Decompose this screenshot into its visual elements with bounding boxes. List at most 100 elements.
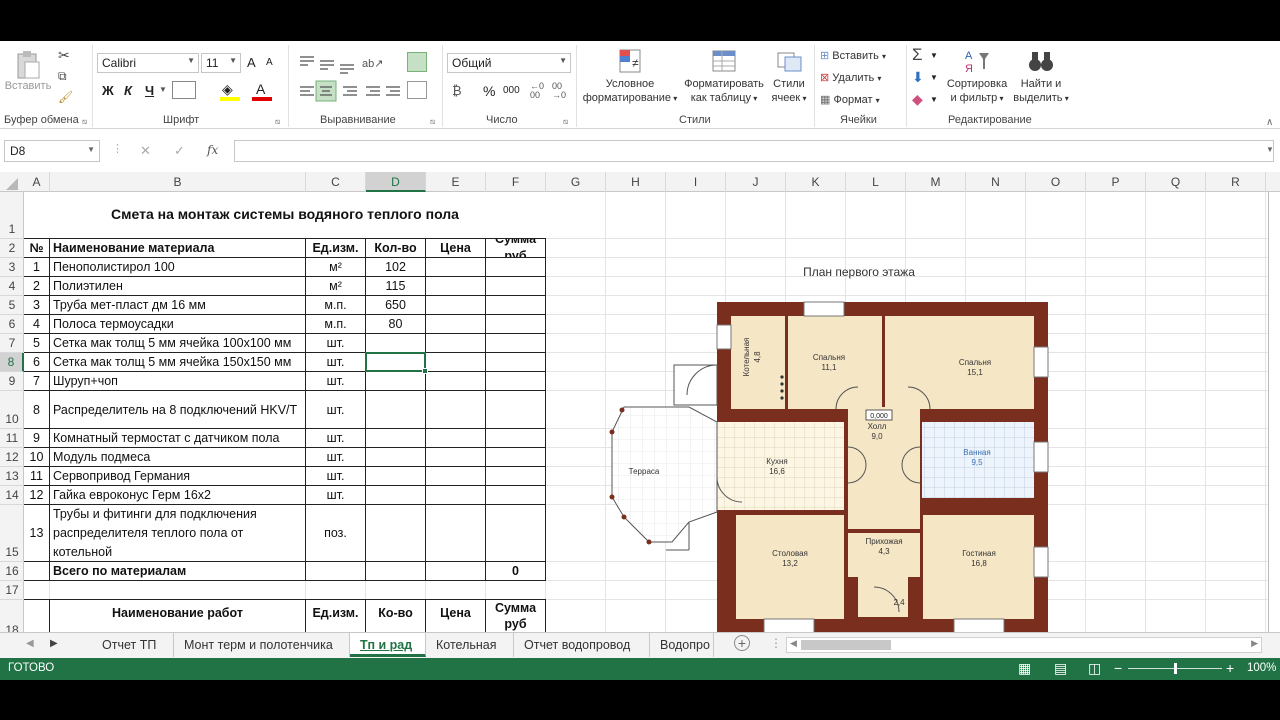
tab-scroll-left-icon[interactable]: ◀ <box>26 638 34 649</box>
item-num[interactable]: 11 <box>24 467 50 486</box>
row-header-14[interactable]: 14 <box>0 486 24 505</box>
item-sum[interactable] <box>486 429 546 448</box>
shrink-font-button[interactable]: A <box>266 57 273 68</box>
borders-icon[interactable] <box>172 81 196 99</box>
column-header-q[interactable]: Q <box>1146 172 1206 192</box>
item-price[interactable] <box>426 467 486 486</box>
scroll-thumb[interactable] <box>801 640 891 650</box>
row-header-8[interactable]: 8 <box>0 353 24 372</box>
column-header-e[interactable]: E <box>426 172 486 192</box>
works-header-num[interactable] <box>24 600 50 632</box>
row-header-15[interactable]: 15 <box>0 505 24 562</box>
item-unit[interactable]: м.п. <box>306 296 366 315</box>
font-name-select[interactable]: Calibri ▼ <box>97 53 199 73</box>
item-num[interactable]: 2 <box>24 277 50 296</box>
number-launcher-icon[interactable]: ⧅ <box>563 117 568 127</box>
font-launcher-icon[interactable]: ⧅ <box>275 117 280 127</box>
item-name[interactable]: Гайка евроконус Герм 16х2 <box>50 486 306 505</box>
currency-icon[interactable]: ₿ <box>452 83 462 98</box>
percent-button[interactable]: % <box>483 83 495 99</box>
font-size-select[interactable]: 11 ▼ <box>201 53 241 73</box>
column-header-j[interactable]: J <box>726 172 786 192</box>
total-unit[interactable] <box>306 562 366 581</box>
item-price[interactable] <box>426 296 486 315</box>
item-qty[interactable] <box>366 486 426 505</box>
column-header-o[interactable]: O <box>1026 172 1086 192</box>
fx-icon[interactable]: fx <box>207 143 218 157</box>
decrease-decimal-icon[interactable]: 00 →0 <box>552 82 566 100</box>
item-qty[interactable]: 650 <box>366 296 426 315</box>
item-num[interactable]: 5 <box>24 334 50 353</box>
item-name[interactable]: Сетка мак толщ 5 мм ячейка 100х100 мм <box>50 334 306 353</box>
wrap-text-icon[interactable] <box>407 52 427 72</box>
insert-cells-button[interactable]: ⊞ Вставить ▾ <box>820 49 886 62</box>
item-qty[interactable] <box>366 429 426 448</box>
row-header-1[interactable]: 1 <box>0 192 24 239</box>
item-sum[interactable] <box>486 258 546 277</box>
item-unit[interactable]: шт. <box>306 391 366 429</box>
column-header-p[interactable]: P <box>1086 172 1146 192</box>
item-qty[interactable] <box>366 467 426 486</box>
total-qty[interactable] <box>366 562 426 581</box>
item-unit[interactable]: шт. <box>306 448 366 467</box>
format-cells-button[interactable]: ▦ Формат ▾ <box>820 93 880 106</box>
font-color-button[interactable]: A <box>256 81 265 97</box>
item-name[interactable]: Распределитель на 8 подключений HKV/T <box>50 391 306 429</box>
item-sum[interactable] <box>486 448 546 467</box>
item-price[interactable] <box>426 258 486 277</box>
cut-icon[interactable]: ✂ <box>58 47 70 63</box>
column-header-k[interactable]: K <box>786 172 846 192</box>
alignment-launcher-icon[interactable]: ⧅ <box>430 117 435 127</box>
row-header-10[interactable]: 10 <box>0 391 24 429</box>
row-header-11[interactable]: 11 <box>0 429 24 448</box>
clear-icon[interactable]: ◆ <box>912 91 923 108</box>
item-price[interactable] <box>426 391 486 429</box>
item-name[interactable]: Пенополистирол 100 <box>50 258 306 277</box>
row-header-5[interactable]: 5 <box>0 296 24 315</box>
sheet-tab[interactable]: Водопро <box>650 633 714 657</box>
column-header-c[interactable]: C <box>306 172 366 192</box>
number-format-select[interactable]: Общий ▼ <box>447 53 571 73</box>
underline-button[interactable]: Ч <box>145 83 154 98</box>
row-header-3[interactable]: 3 <box>0 258 24 277</box>
works-header-qty[interactable]: Ко-во <box>366 600 426 632</box>
tab-scroll-right-icon[interactable]: ▶ <box>50 638 58 649</box>
row-header-4[interactable]: 4 <box>0 277 24 296</box>
item-sum[interactable] <box>486 391 546 429</box>
item-num[interactable]: 12 <box>24 486 50 505</box>
find-select-button[interactable]: Найти и выделить ▾ <box>1012 47 1070 106</box>
item-qty[interactable] <box>366 391 426 429</box>
clipboard-launcher-icon[interactable]: ⧅ <box>82 117 87 127</box>
item-unit[interactable]: шт. <box>306 353 366 372</box>
name-box[interactable]: D8 ▼ <box>4 140 100 162</box>
item-qty[interactable] <box>366 372 426 391</box>
item-unit[interactable]: м² <box>306 258 366 277</box>
item-sum[interactable] <box>486 486 546 505</box>
item-sum[interactable] <box>486 505 546 562</box>
row-header-6[interactable]: 6 <box>0 315 24 334</box>
item-qty[interactable]: 102 <box>366 258 426 277</box>
item-name[interactable]: Комнатный термостат с датчиком пола <box>50 429 306 448</box>
header-sum[interactable]: Сумма руб <box>486 239 546 258</box>
merge-center-icon[interactable] <box>407 81 427 99</box>
column-header-a[interactable]: A <box>24 172 50 192</box>
item-qty[interactable]: 80 <box>366 315 426 334</box>
page-layout-icon[interactable]: ▤ <box>1054 660 1067 677</box>
total-num[interactable] <box>24 562 50 581</box>
item-num[interactable]: 4 <box>24 315 50 334</box>
bold-button[interactable]: Ж <box>102 83 114 98</box>
total-price[interactable] <box>426 562 486 581</box>
item-unit[interactable]: шт. <box>306 429 366 448</box>
item-unit[interactable]: м.п. <box>306 315 366 334</box>
column-header-i[interactable]: I <box>666 172 726 192</box>
item-price[interactable] <box>426 486 486 505</box>
item-price[interactable] <box>426 353 486 372</box>
item-unit[interactable]: шт. <box>306 486 366 505</box>
autosum-icon[interactable]: Σ <box>912 45 923 65</box>
column-header-f[interactable]: F <box>486 172 546 192</box>
column-header-d[interactable]: D <box>366 172 426 192</box>
item-name[interactable]: Сервопривод Германия <box>50 467 306 486</box>
item-unit[interactable]: м² <box>306 277 366 296</box>
header-num[interactable]: № <box>24 239 50 258</box>
row-header-7[interactable]: 7 <box>0 334 24 353</box>
